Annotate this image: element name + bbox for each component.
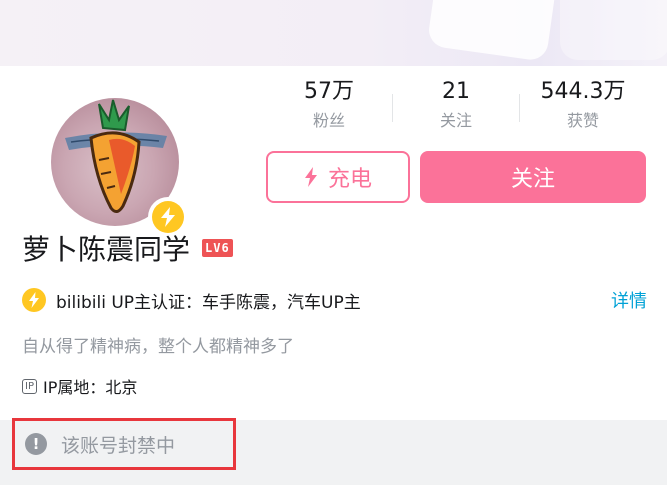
charge-button-label: 充电 [327,167,372,192]
certification-row: bilibili UP主认证：车手陈震，汽车UP主 详情 [22,286,647,314]
level-badge: LV6 [202,239,233,257]
charge-button[interactable]: 充电 [266,151,410,203]
detail-link[interactable]: 详情 [611,287,647,313]
banned-notice-text: 该账号封禁中 [61,434,176,457]
follow-button[interactable]: 关注 [420,151,646,203]
banner-decoration [560,0,667,60]
signature: 自从得了精神病，整个人都精神多了 [22,337,294,357]
name-row: 萝卜陈震同学 LV6 [22,228,233,268]
stat-label: 关注 [439,111,472,130]
banner-decoration [426,0,558,62]
ip-icon: IP [22,378,37,394]
profile-header: 57万 粉丝 21 关注 544.3万 获赞 充电 关注 萝卜陈震同学 LV6 [0,66,667,420]
banned-notice: ! 该账号封禁中 [12,418,236,470]
stat-value: 21 [442,79,470,104]
stat-value: 544.3万 [540,79,626,104]
stats-bar: 57万 粉丝 21 关注 544.3万 获赞 [266,78,646,138]
lightning-icon [161,207,175,227]
profile-banner [0,0,667,66]
ip-location: IP IP属地：北京 [22,374,137,398]
lightning-icon [29,292,39,308]
stat-label: 获赞 [566,111,599,130]
stat-value: 57万 [304,79,354,104]
ip-location-text: IP属地：北京 [42,378,138,397]
stat-fans[interactable]: 57万 粉丝 [266,78,392,134]
stat-following[interactable]: 21 关注 [393,78,519,134]
stat-label: 粉丝 [312,111,345,130]
certification-text: bilibili UP主认证：车手陈震，汽车UP主 [56,292,361,313]
alert-icon: ! [25,433,47,455]
lightning-icon [304,167,317,187]
follow-button-label: 关注 [510,167,555,192]
username: 萝卜陈震同学 [22,233,191,266]
stat-likes[interactable]: 544.3万 获赞 [520,78,646,134]
certification-icon [22,288,46,312]
